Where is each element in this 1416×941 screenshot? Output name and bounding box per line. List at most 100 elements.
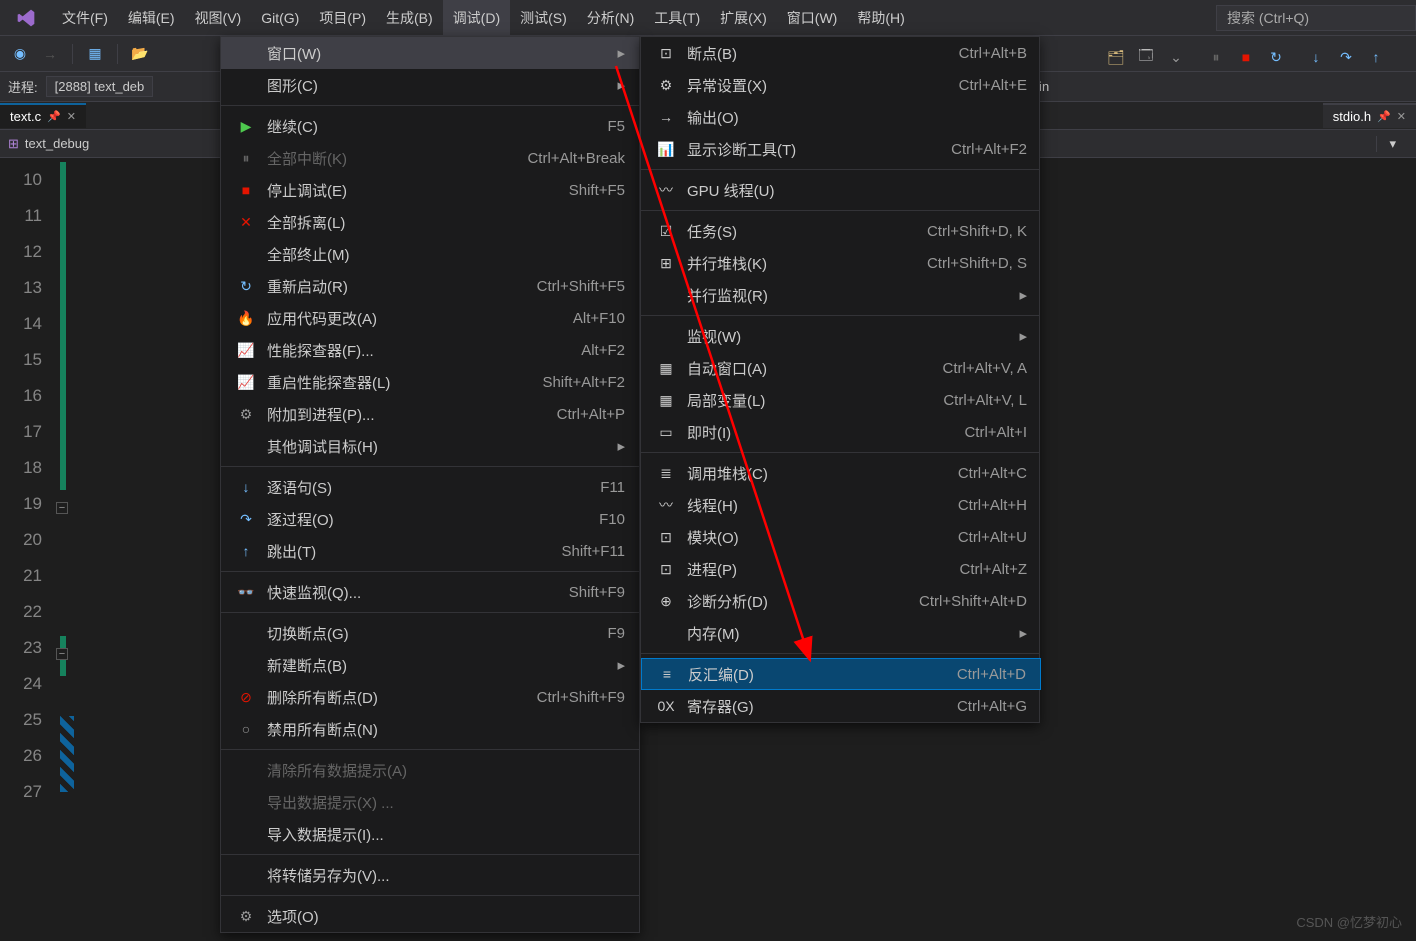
vs-logo-icon [10,2,42,34]
close-icon[interactable]: ✕ [67,110,76,123]
menu-label: 输出(O) [687,107,1027,128]
menuitem-内存M[interactable]: 内存(M)▸ [641,617,1041,649]
menuitem-全部拆离L[interactable]: ✕全部拆离(L) [221,206,639,238]
menu-工具T[interactable]: 工具(T) [644,0,710,36]
menuitem-其他调试目标H[interactable]: 其他调试目标(H)▸ [221,430,639,462]
menuitem-显示诊断工具T[interactable]: 📊显示诊断工具(T)Ctrl+Alt+F2 [641,133,1041,165]
menuitem-异常设置X[interactable]: ⚙异常设置(X)Ctrl+Alt+E [641,69,1041,101]
menu-icon: 👓 [235,584,257,601]
menuitem-任务S[interactable]: ☑任务(S)Ctrl+Shift+D, K [641,215,1041,247]
chevron-down-icon[interactable]: ⌄ [1166,47,1186,67]
menuitem-调用堆栈C[interactable]: ≣调用堆栈(C)Ctrl+Alt+C [641,457,1041,489]
menu-label: 调用堆栈(C) [687,463,918,484]
menuitem-自动窗口A[interactable]: ▦自动窗口(A)Ctrl+Alt+V, A [641,352,1041,384]
menuitem-重新启动R[interactable]: ↻重新启动(R)Ctrl+Shift+F5 [221,270,639,302]
search-box[interactable]: 搜索 (Ctrl+Q) [1216,5,1416,31]
menuitem-切换断点G[interactable]: 切换断点(G)F9 [221,617,639,649]
menuitem-附加到进程P[interactable]: ⚙附加到进程(P)...Ctrl+Alt+P [221,398,639,430]
step-over-icon[interactable]: ↷ [1336,47,1356,67]
menu-调试D[interactable]: 调试(D) [443,0,510,36]
tab-stdio-h[interactable]: stdio.h 📌 ✕ [1323,103,1416,128]
menu-label: 继续(C) [267,116,567,137]
stop-icon[interactable]: ■ [1236,47,1256,67]
menuitem-并行堆栈K[interactable]: ⊞并行堆栈(K)Ctrl+Shift+D, S [641,247,1041,279]
menu-窗口W[interactable]: 窗口(W) [777,0,848,36]
menu-icon: 📈 [235,374,257,391]
menuitem-禁用所有断点N[interactable]: ○禁用所有断点(N) [221,713,639,745]
menu-分析N[interactable]: 分析(N) [577,0,644,36]
collapse-icon[interactable]: − [56,648,68,660]
menuitem-模块O[interactable]: ⊡模块(O)Ctrl+Alt+U [641,521,1041,553]
menuitem-并行监视R[interactable]: 并行监视(R)▸ [641,279,1041,311]
stackframe-dropdown[interactable]: main [1008,79,1408,94]
menu-测试S[interactable]: 测试(S) [510,0,577,36]
window-icon[interactable]: 🗔 [1136,47,1156,67]
menu-shortcut: Ctrl+Alt+I [964,424,1027,441]
menu-编辑E[interactable]: 编辑(E) [118,0,185,36]
tab-text-c[interactable]: text.c 📌 ✕ [0,103,86,128]
menuitem-全部终止M[interactable]: 全部终止(M) [221,238,639,270]
menuitem-停止调试E[interactable]: ■停止调试(E)Shift+F5 [221,174,639,206]
close-icon[interactable]: ✕ [1397,110,1406,123]
menuitem-即时I[interactable]: ▭即时(I)Ctrl+Alt+I [641,416,1041,448]
menuitem-快速监视Q[interactable]: 👓快速监视(Q)...Shift+F9 [221,576,639,608]
menuitem-继续C[interactable]: ▶继续(C)F5 [221,110,639,142]
menuitem-导出数据提示X: 导出数据提示(X) ... [221,786,639,818]
menu-shortcut: Ctrl+Alt+D [957,666,1026,683]
menuitem-断点B[interactable]: ⊡断点(B)Ctrl+Alt+B [641,37,1041,69]
line-number: 19 [0,486,42,522]
open-folder-icon[interactable]: 📂 [128,42,152,66]
menu-icon: ⊞ [655,255,677,272]
menuitem-逐语句S[interactable]: ↓逐语句(S)F11 [221,471,639,503]
menuitem-性能探查器F[interactable]: 📈性能探查器(F)...Alt+F2 [221,334,639,366]
pin-icon[interactable]: 📌 [1377,110,1391,123]
menuitem-线程H[interactable]: 〰线程(H)Ctrl+Alt+H [641,489,1041,521]
project-dropdown[interactable]: ⊞ text_debug [8,136,89,152]
menu-label: 导出数据提示(X) ... [267,792,625,813]
menuitem-图形C[interactable]: 图形(C)▸ [221,69,639,101]
menu-label: 停止调试(E) [267,180,529,201]
line-number: 17 [0,414,42,450]
menuitem-寄存器G[interactable]: 0X寄存器(G)Ctrl+Alt+G [641,690,1041,722]
menuitem-诊断分析D[interactable]: ⊕诊断分析(D)Ctrl+Shift+Alt+D [641,585,1041,617]
menuitem-重启性能探查器L[interactable]: 📈重启性能探查器(L)Shift+Alt+F2 [221,366,639,398]
menuitem-导入数据提示I[interactable]: 导入数据提示(I)... [221,818,639,850]
menuitem-进程P[interactable]: ⊡进程(P)Ctrl+Alt+Z [641,553,1041,585]
pin-icon[interactable]: 📌 [47,110,61,123]
menuitem-将转储另存为V[interactable]: 将转储另存为(V)... [221,859,639,891]
restart-icon[interactable]: ↻ [1266,47,1286,67]
menuitem-选项O[interactable]: ⚙选项(O) [221,900,639,932]
menuitem-GPU线程U[interactable]: 〰GPU 线程(U) [641,174,1041,206]
menuitem-局部变量L[interactable]: ▦局部变量(L)Ctrl+Alt+V, L [641,384,1041,416]
menuitem-跳出T[interactable]: ↑跳出(T)Shift+F11 [221,535,639,567]
menuitem-输出O[interactable]: →输出(O) [641,101,1041,133]
scope-dropdown[interactable]: ▾ [1376,136,1408,152]
menu-视图V[interactable]: 视图(V) [185,0,252,36]
step-into-icon[interactable]: ↓ [1306,47,1326,67]
menu-项目P[interactable]: 项目(P) [309,0,376,36]
menu-文件F[interactable]: 文件(F) [52,0,118,36]
menu-label: 全部拆离(L) [267,212,625,233]
menu-帮助H[interactable]: 帮助(H) [847,0,914,36]
solution-explorer-icon[interactable]: 🗂 [1106,47,1126,67]
collapse-icon[interactable]: − [56,502,68,514]
menu-shortcut: F5 [607,118,625,135]
menuitem-窗口W[interactable]: 窗口(W)▸ [221,37,639,69]
nav-fwd-icon: → [38,42,62,66]
menuitem-逐过程O[interactable]: ↷逐过程(O)F10 [221,503,639,535]
pause-icon[interactable]: ⏸ [1206,47,1226,67]
menu-扩展X[interactable]: 扩展(X) [710,0,777,36]
menuitem-反汇编D[interactable]: ≡反汇编(D)Ctrl+Alt+D [641,658,1041,690]
new-project-icon[interactable]: ▦ [83,42,107,66]
nav-back-icon[interactable]: ◉ [8,42,32,66]
menuitem-监视W[interactable]: 监视(W)▸ [641,320,1041,352]
submenu-arrow-icon: ▸ [1019,286,1027,304]
process-value[interactable]: [2888] text_deb [46,76,154,97]
menuitem-新建断点B[interactable]: 新建断点(B)▸ [221,649,639,681]
menuitem-应用代码更改A[interactable]: 🔥应用代码更改(A)Alt+F10 [221,302,639,334]
menu-label: 全部终止(M) [267,244,625,265]
menuitem-删除所有断点D[interactable]: ⊘删除所有断点(D)Ctrl+Shift+F9 [221,681,639,713]
step-out-icon[interactable]: ↑ [1366,47,1386,67]
menu-GitG[interactable]: Git(G) [251,2,309,34]
menu-生成B[interactable]: 生成(B) [376,0,443,36]
